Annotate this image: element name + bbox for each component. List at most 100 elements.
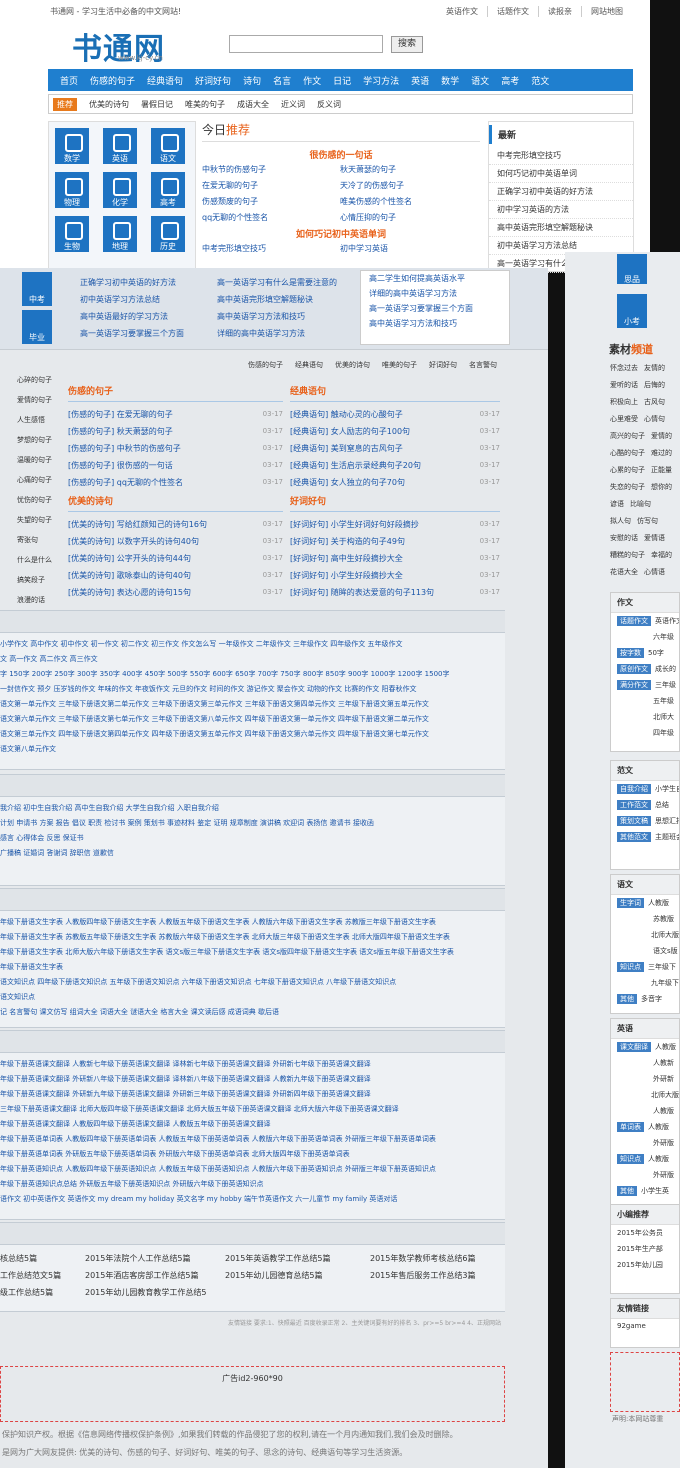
box-key[interactable]: 知识点 [617, 962, 644, 972]
section-row[interactable]: [优美的诗句] 写给红颜知己的诗句16句 03-17 [68, 516, 283, 533]
section-row[interactable]: [经典语句] 生活启示录经典句子20句 03-17 [290, 457, 500, 474]
nav-item[interactable]: 名言 [267, 74, 297, 87]
section-row[interactable]: [伤感的句子] 在爱无聊的句子 03-17 [68, 406, 283, 423]
topic-link[interactable]: 谚语 [610, 496, 624, 513]
topic-link[interactable]: 心里难受 [610, 411, 638, 428]
box-link[interactable]: 思想汇报 [655, 816, 679, 826]
summary-link[interactable]: 2015年数学教师考核总结6篇 [370, 1253, 505, 1264]
panel-line[interactable]: 语文第一单元作文 三年级下册语文第二单元作文 三年级下册语文第三单元作文 三年级… [0, 697, 505, 712]
nav-item[interactable]: 好词好句 [189, 74, 237, 87]
topic-link[interactable]: 高兴的句子 [610, 428, 645, 445]
row-title[interactable]: [好词好句] 小学生好词好句好段摘抄 [290, 516, 419, 533]
section-row[interactable]: [经典语句] 美到窒息的古风句子 03-17 [290, 440, 500, 457]
nav-item[interactable]: 伤感的句子 [84, 74, 141, 87]
box-link[interactable]: 北师大 [653, 712, 674, 722]
section-row[interactable]: [伤感的句子] qq无聊的个性签名 03-17 [68, 474, 283, 491]
box-link[interactable]: 总结 [655, 800, 669, 810]
panel-line[interactable]: 文 高一作文 高二作文 高三作文 [0, 652, 505, 667]
box-link[interactable]: 外研新 [653, 1074, 674, 1084]
subject-icon-math[interactable]: 数学 [55, 128, 89, 164]
subject-icon-chemistry[interactable]: 化学 [103, 172, 137, 208]
topic-link[interactable]: 积极向上 [610, 394, 638, 411]
panel-line[interactable]: 年级下册语文生字表 [0, 960, 505, 975]
panel-line[interactable]: 记 名言警句 课文仿写 组词大全 词语大全 谜语大全 格言大全 课文读后感 成语… [0, 1005, 505, 1020]
box-link[interactable]: 外研版 [653, 1138, 674, 1148]
section-row[interactable]: [好词好句] 高中生好段摘抄大全 03-17 [290, 550, 500, 567]
today-link[interactable]: 中考完形填空技巧 [202, 243, 340, 254]
row-title[interactable]: [好词好句] 小学生好段摘抄大全 [290, 567, 403, 584]
section-row[interactable]: [好词好句] 小学生好词好句好段摘抄 03-17 [290, 516, 500, 533]
panel-line[interactable]: 一封信作文 预夕 压岁钱的作文 年味的作文 年夜饭作文 元旦的作文 时间的作文 … [0, 682, 505, 697]
section-row[interactable]: [伤感的句子] 秋天萧瑟的句子 03-17 [68, 423, 283, 440]
today-link[interactable]: 心情压抑的句子 [340, 212, 478, 223]
box-key[interactable]: 自我介绍 [617, 784, 651, 794]
box-key[interactable]: 原创作文 [617, 664, 651, 674]
latest-link[interactable]: 高中英语完形填空解题秘诀 [489, 219, 633, 237]
box-link[interactable]: 人教新 [653, 1058, 674, 1068]
section-title[interactable]: 伤感的句子 [68, 384, 283, 402]
side-link[interactable]: 心碎的句子 [0, 370, 62, 390]
nav-item[interactable]: 日记 [327, 74, 357, 87]
topic-link[interactable]: 难过的 [651, 445, 672, 462]
side-link[interactable]: 忧伤的句子 [0, 490, 62, 510]
box-link[interactable]: 50字 [648, 648, 664, 658]
row-title[interactable]: [经典语句] 美到窒息的古风句子 [290, 440, 403, 457]
box-key[interactable]: 策划文稿 [617, 816, 651, 826]
summary-link[interactable]: 2015年英语教学工作总结5篇 [225, 1253, 370, 1264]
subject-icon-gaokao[interactable]: 高考 [151, 172, 185, 208]
row-title[interactable]: [优美的诗句] 以数字开头的诗句40句 [68, 533, 199, 550]
panel-line[interactable]: 语作文 初中英语作文 英语作文 my dream my holiday 英文名字… [0, 1192, 505, 1207]
panel-line[interactable]: 年级下册英语单词表 人教版四年级下册英语单词表 人教版五年级下册英语单词表 人教… [0, 1132, 505, 1147]
box-link[interactable]: 三年级 [655, 680, 676, 690]
panel-line[interactable]: 年级下册英语知识点 人教版四年级下册英语知识点 人教版五年级下册英语知识点 人教… [0, 1162, 505, 1177]
panel-line[interactable]: 三年级下册英语课文翻译 北师大版四年级下册英语课文翻译 北师大版五年级下册英语课… [0, 1102, 505, 1117]
row-title[interactable]: [经典语句] 女人励志的句子100句 [290, 423, 410, 440]
topic-link[interactable]: 心情语 [644, 564, 665, 581]
topic-link[interactable]: 心累的句子 [610, 462, 645, 479]
category-tab[interactable]: 唯美的句子 [376, 360, 423, 370]
box-link[interactable]: 人教版 [648, 898, 669, 908]
subject-icon-history[interactable]: 历史 [151, 216, 185, 252]
panel-line[interactable]: 字 150字 200字 250字 300字 350字 400字 450字 500… [0, 667, 505, 682]
nav-item[interactable]: 经典语句 [141, 74, 189, 87]
section-row[interactable]: [伤感的句子] 中秋节的伤感句子 03-17 [68, 440, 283, 457]
topic-link[interactable]: 爱情语 [644, 530, 665, 547]
section-row[interactable]: [优美的诗句] 以数字开头的诗句40句 03-17 [68, 533, 283, 550]
side-link[interactable]: 梦想的句子 [0, 430, 62, 450]
panel-line[interactable]: 计划 申请书 方案 报告 倡议 职责 检讨书 案例 策划书 事迹材料 鉴定 证明… [0, 816, 505, 831]
box-key[interactable]: 工作范文 [617, 800, 651, 810]
latest-link[interactable]: 如何巧记初中英语单词 [489, 165, 633, 183]
row-title[interactable]: [伤感的句子] 秋天萧瑟的句子 [68, 423, 173, 440]
panel-line[interactable]: 语文知识点 [0, 990, 505, 1005]
section-row[interactable]: [经典语句] 女人励志的句子100句 03-17 [290, 423, 500, 440]
topic-link[interactable]: 比喻句 [630, 496, 651, 513]
box-link[interactable]: 三年级下 [648, 962, 676, 972]
box-key[interactable]: 满分作文 [617, 680, 651, 690]
subject-icon-geography[interactable]: 地理 [103, 216, 137, 252]
nav-item[interactable]: 诗句 [237, 74, 267, 87]
row-title[interactable]: [好词好句] 高中生好段摘抄大全 [290, 550, 403, 567]
box-key[interactable]: 生字词 [617, 898, 644, 908]
section-row[interactable]: [经典语句] 女人独立的句子70句 03-17 [290, 474, 500, 491]
box-link[interactable]: 人教版 [648, 1154, 669, 1164]
recommend-link[interactable]: 近义词 [275, 99, 311, 110]
mini-icon-graduation[interactable]: 毕业 [22, 310, 52, 344]
section-row[interactable]: [好词好句] 小学生好段摘抄大全 03-17 [290, 567, 500, 584]
nav-item[interactable]: 作文 [297, 74, 327, 87]
side-link[interactable]: 搞笑段子 [0, 570, 62, 590]
box-key[interactable]: 课文翻译 [617, 1042, 651, 1052]
box-link[interactable]: 六年级 [653, 632, 674, 642]
nav-item[interactable]: 高考 [495, 74, 525, 87]
search-input[interactable] [229, 35, 383, 53]
row-title[interactable]: [优美的诗句] 写给红颜知己的诗句16句 [68, 516, 207, 533]
panel-line[interactable]: 年级下册英语课文翻译 人教版四年级下册英语课文翻译 人教版五年级下册英语课文翻译 [0, 1117, 505, 1132]
topic-link[interactable]: 爱情的 [651, 428, 672, 445]
topic-link[interactable]: 花语大全 [610, 564, 638, 581]
summary-link[interactable]: 级工作总结5篇 [0, 1287, 85, 1298]
category-tab[interactable]: 名言警句 [463, 360, 503, 370]
recommend-link[interactable]: 成语大全 [231, 99, 275, 110]
today-link[interactable]: 唯美伤感的个性签名 [340, 196, 478, 207]
box-link[interactable]: 语文s版 [653, 946, 678, 956]
topic-link[interactable]: 仿写句 [637, 513, 658, 530]
nav-item[interactable]: 语文 [465, 74, 495, 87]
